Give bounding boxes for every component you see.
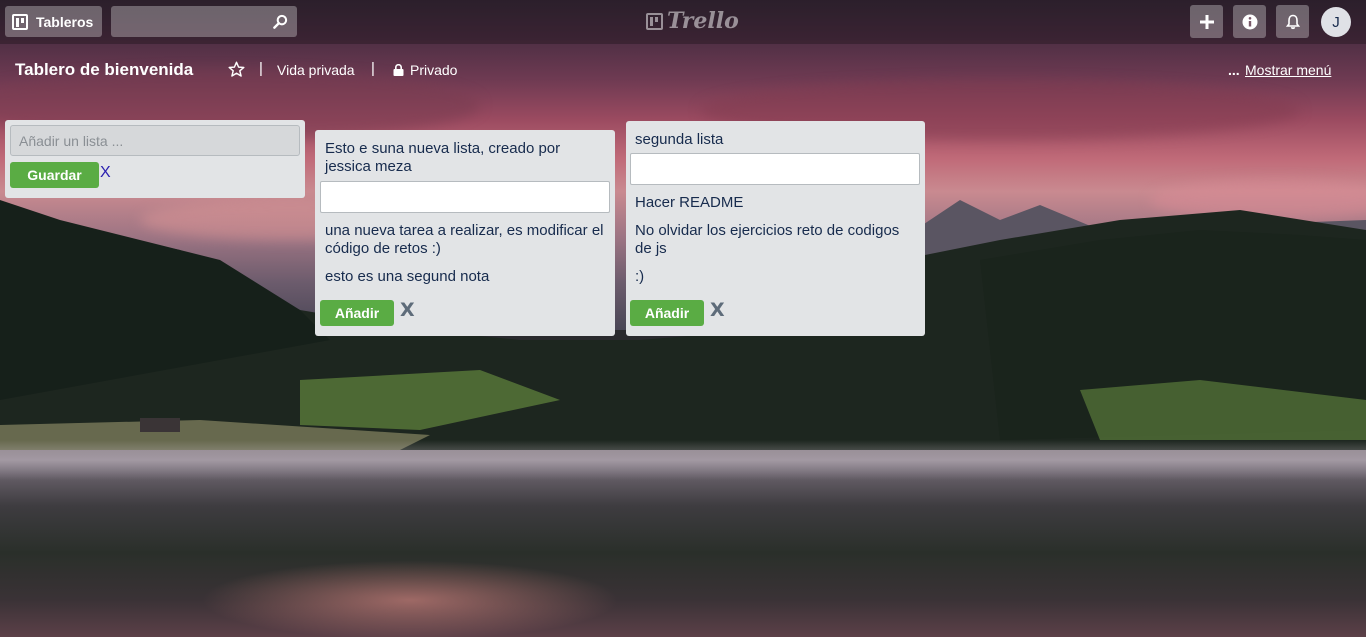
search-input[interactable] [111,6,271,37]
search-box [111,6,297,37]
card-input[interactable] [320,181,610,213]
add-card-button[interactable]: Añadir [630,300,704,326]
list-title[interactable]: Esto e suna nueva lista, creado por jess… [325,140,605,176]
info-button[interactable] [1233,5,1266,38]
menu-dots[interactable]: ... [1228,62,1240,78]
create-button[interactable] [1190,5,1223,38]
info-icon [1242,14,1257,29]
avatar-initial: J [1332,13,1340,31]
cancel-card-button[interactable]: X [400,299,415,321]
list: segunda lista Hacer README No olvidar lo… [626,121,925,336]
list-item[interactable]: Hacer README [635,194,915,212]
list: Esto e suna nueva lista, creado por jess… [315,130,615,336]
list-item[interactable]: :) [635,268,915,286]
trello-logo-icon [646,12,663,30]
mist [0,440,1366,480]
team-visibility-link[interactable]: Vida privada [277,62,355,78]
list-title[interactable]: segunda lista [635,131,915,149]
card-input[interactable] [630,153,920,185]
header-separator: | [371,60,375,77]
lock-icon [393,64,404,76]
cancel-add-list[interactable]: X [100,164,111,182]
reflection-glow [200,560,620,637]
boards-icon [12,13,28,30]
add-list-input[interactable] [10,125,300,156]
boards-label: Tableros [36,13,94,30]
trello-logo[interactable]: Trello [646,8,739,34]
search-icon[interactable] [273,14,288,29]
show-menu-link[interactable]: Mostrar menú [1245,62,1331,78]
logo-text: Trello [667,8,739,34]
save-button[interactable]: Guardar [10,162,99,188]
bell-icon [1285,14,1300,29]
top-navigation-bar: Tableros Trello J [0,0,1366,44]
header-separator: | [259,60,263,77]
cancel-card-button[interactable]: X [710,299,725,321]
plus-icon [1199,14,1214,29]
privacy-link[interactable]: Privado [410,62,457,78]
star-icon[interactable] [228,61,245,78]
board-title[interactable]: Tablero de bienvenida [15,60,193,80]
list-item[interactable]: No olvidar los ejercicios reto de codigo… [635,222,905,258]
boards-button[interactable]: Tableros [5,6,102,37]
list-item[interactable]: esto es una segund nota [325,268,605,286]
add-list-composer: Guardar X [5,120,305,198]
avatar[interactable]: J [1321,7,1351,37]
add-card-button[interactable]: Añadir [320,300,394,326]
list-item[interactable]: una nueva tarea a realizar, es modificar… [325,222,605,258]
notifications-button[interactable] [1276,5,1309,38]
